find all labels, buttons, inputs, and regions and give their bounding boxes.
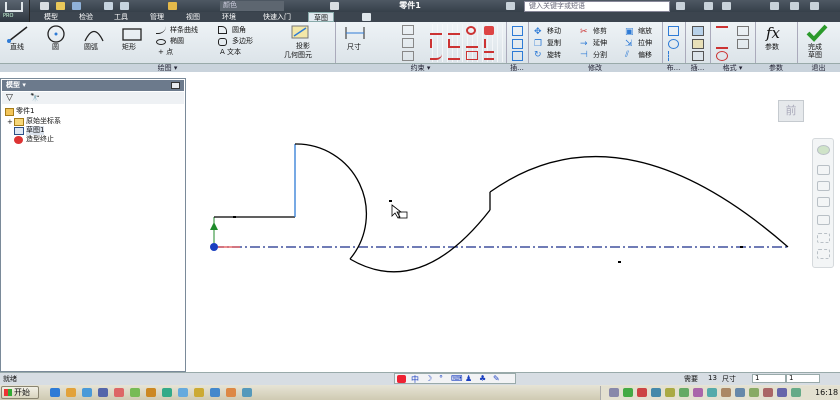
status-text: 就绪	[3, 375, 17, 383]
ime-tools-icon[interactable]: ✎	[493, 374, 500, 383]
ime-punct-icon[interactable]: °	[439, 374, 443, 383]
mouse-cursor	[391, 204, 408, 219]
sketch-point[interactable]	[618, 261, 621, 263]
taskbar-app-icon[interactable]	[146, 388, 156, 397]
tray-icon[interactable]	[721, 388, 731, 397]
windows-logo-icon	[4, 389, 12, 396]
system-tray: 16:18	[600, 386, 840, 400]
zoom-all-icon[interactable]	[817, 233, 830, 243]
steering-wheel-icon[interactable]	[817, 145, 830, 155]
sketch-arc-lower[interactable]	[349, 209, 491, 273]
zoom-window-icon[interactable]	[817, 249, 830, 259]
ime-keyboard-icon[interactable]: ⌨	[451, 374, 463, 383]
taskbar-app-icon[interactable]	[50, 388, 60, 397]
look-at-icon[interactable]	[817, 215, 830, 225]
taskbar-app-icon[interactable]	[66, 388, 76, 397]
ime-logo-icon[interactable]	[397, 375, 406, 383]
ime-moon-icon[interactable]: ☽	[425, 374, 432, 383]
y-axis-arrow	[210, 222, 218, 230]
orbit-icon[interactable]	[817, 197, 830, 207]
tray-icon[interactable]	[609, 388, 619, 397]
tray-icon[interactable]	[679, 388, 689, 397]
sketch-arc-left[interactable]	[294, 143, 368, 260]
tray-icon[interactable]	[763, 388, 773, 397]
taskbar-app-icon[interactable]	[98, 388, 108, 397]
taskbar-app-icon[interactable]	[226, 388, 236, 397]
tray-icon[interactable]	[623, 388, 633, 397]
tray-icon[interactable]	[735, 388, 745, 397]
tray-icon[interactable]	[651, 388, 661, 397]
taskbar-app-icon[interactable]	[178, 388, 188, 397]
sketch-point[interactable]	[740, 246, 743, 248]
taskbar-app-icon[interactable]	[82, 388, 92, 397]
dimension-label: 尺寸	[722, 375, 736, 383]
need-label: 需要	[684, 375, 698, 383]
clock[interactable]: 16:18	[815, 388, 838, 397]
sketch-point[interactable]	[389, 200, 392, 202]
sketch-point[interactable]	[233, 216, 236, 218]
taskbar-app-icon[interactable]	[130, 388, 140, 397]
tray-icon[interactable]	[637, 388, 647, 397]
tray-icon[interactable]	[777, 388, 787, 397]
tray-icon[interactable]	[791, 388, 801, 397]
need-value: 13	[708, 374, 717, 382]
status-box-1: 1	[752, 374, 786, 383]
sketch-geometry	[210, 143, 789, 273]
zoom-icon[interactable]	[817, 181, 830, 191]
ime-toolbar: 中 ☽ ° ⌨ ♟ ♣ ✎	[394, 373, 516, 384]
taskbar-app-icon[interactable]	[162, 388, 172, 397]
status-box-2: 1	[786, 374, 820, 383]
navigation-bar	[812, 138, 834, 268]
viewcube-front[interactable]: 前	[778, 100, 804, 122]
origin-point[interactable]	[210, 243, 218, 251]
taskbar-app-icon[interactable]	[114, 388, 124, 397]
taskbar-app-icon[interactable]	[210, 388, 220, 397]
pan-icon[interactable]	[817, 165, 830, 175]
tray-icon[interactable]	[693, 388, 703, 397]
tray-icon[interactable]	[749, 388, 759, 397]
ime-shirt-icon[interactable]: ♣	[479, 374, 486, 383]
taskbar-app-icon[interactable]	[242, 388, 252, 397]
taskbar-app-icon[interactable]	[194, 388, 204, 397]
ime-mode-icon[interactable]: 中	[411, 374, 419, 385]
tray-icon[interactable]	[665, 388, 675, 397]
ime-user-icon[interactable]: ♟	[465, 374, 472, 383]
tray-icon[interactable]	[707, 388, 717, 397]
sketch-arc-large[interactable]	[489, 156, 789, 248]
